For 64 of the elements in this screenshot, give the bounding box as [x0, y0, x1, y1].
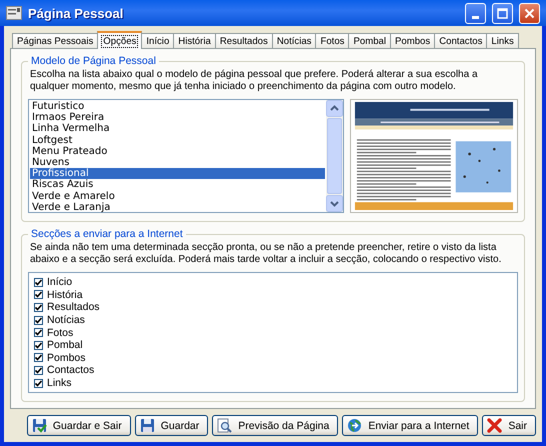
list-item[interactable]: Profissional — [30, 168, 325, 180]
list-item[interactable]: Loftgest — [30, 134, 325, 146]
list-item[interactable]: Linha Vermelha — [30, 123, 325, 135]
action-button[interactable]: Guardar — [134, 415, 208, 436]
checkbox-label: Links — [47, 377, 72, 390]
tab[interactable]: Resultados — [214, 33, 273, 48]
list-item[interactable]: Riscas Azuis — [30, 179, 325, 190]
tab[interactable]: Contactos — [434, 33, 488, 48]
description-text: Se ainda não tem uma determinada secção pronta, ou se não a pretende preencher, retire o visto da lista abaixo e a secção será excluída. Poderá mais tarde voltar a incluir a secção, colocando o respectivo visto. — [30, 242, 502, 266]
window-title: Página Pessoal — [28, 6, 124, 20]
list-item[interactable]: Menu Prateado — [30, 146, 325, 157]
page-magnifier-icon — [217, 418, 232, 433]
tab[interactable]: Fotos — [315, 33, 350, 48]
list-item[interactable]: Nuvens — [30, 156, 325, 168]
action-button[interactable]: Sair — [482, 415, 536, 436]
checkbox-label: Notícias — [47, 314, 85, 326]
tab[interactable]: Notícias — [272, 33, 316, 48]
action-button[interactable]: Enviar para a Internet — [342, 415, 478, 436]
scrollbar-thumb[interactable] — [327, 118, 342, 194]
tab[interactable]: Opções — [97, 31, 142, 49]
checkbox-label: Pombos — [47, 352, 86, 364]
minimize-button[interactable] — [465, 2, 486, 24]
checkbox-label: História — [47, 288, 83, 301]
checkbox-label: Resultados — [47, 301, 100, 314]
close-button[interactable] — [519, 2, 540, 24]
checkbox-label: Início — [47, 276, 72, 288]
list-item[interactable]: Irmaos Pereira — [30, 112, 325, 124]
checkbox[interactable] — [34, 302, 43, 312]
checkbox-label: Pombal — [47, 339, 83, 352]
checkbox[interactable] — [34, 278, 43, 287]
tab[interactable]: História — [173, 33, 216, 48]
tab[interactable]: Pombos — [390, 33, 436, 48]
scroll-down-button[interactable] — [326, 195, 343, 212]
globe-icon — [347, 418, 362, 433]
list-item[interactable]: Verde e Amarelo — [30, 190, 325, 202]
tab[interactable]: Início — [141, 33, 174, 48]
checkbox-label: Contactos — [47, 364, 94, 376]
maximize-icon — [497, 8, 508, 18]
action-button[interactable]: Previsão da Página — [212, 415, 338, 436]
close-icon — [487, 418, 502, 433]
checkbox[interactable] — [34, 366, 43, 375]
list-item[interactable]: Futuristico — [30, 101, 325, 112]
checkbox[interactable] — [34, 353, 43, 362]
save-icon — [140, 418, 155, 433]
checkbox[interactable] — [34, 316, 43, 325]
tab[interactable]: Links — [486, 33, 519, 48]
action-button[interactable]: Guardar e Sair — [26, 415, 131, 436]
window-icon — [6, 6, 22, 20]
close-icon — [524, 8, 535, 18]
minimize-icon — [472, 16, 479, 18]
group-title: Secções a enviar para a Internet — [30, 228, 184, 240]
group-title: Modelo de Página Pessoal — [30, 55, 157, 67]
checkbox[interactable] — [34, 340, 43, 350]
tab[interactable]: Páginas Pessoais — [12, 33, 98, 48]
scroll-up-button[interactable] — [326, 100, 343, 117]
checkbox[interactable] — [34, 378, 43, 388]
tab[interactable]: Pombal — [348, 33, 391, 48]
save-icon — [32, 418, 47, 433]
maximize-button[interactable] — [492, 2, 513, 24]
checkbox[interactable] — [34, 328, 43, 338]
description-text: Escolha na lista abaixo qual o modelo de página pessoal que prefere. Poderá alterar a sua escolha a qualquer momento, mesmo que já tenha iniciado o preenchimento da página com outro modelo. — [30, 69, 479, 93]
checkbox-label: Fotos — [47, 326, 74, 339]
checkbox[interactable] — [34, 290, 43, 300]
list-item[interactable]: Verde e Laranja — [30, 202, 325, 213]
